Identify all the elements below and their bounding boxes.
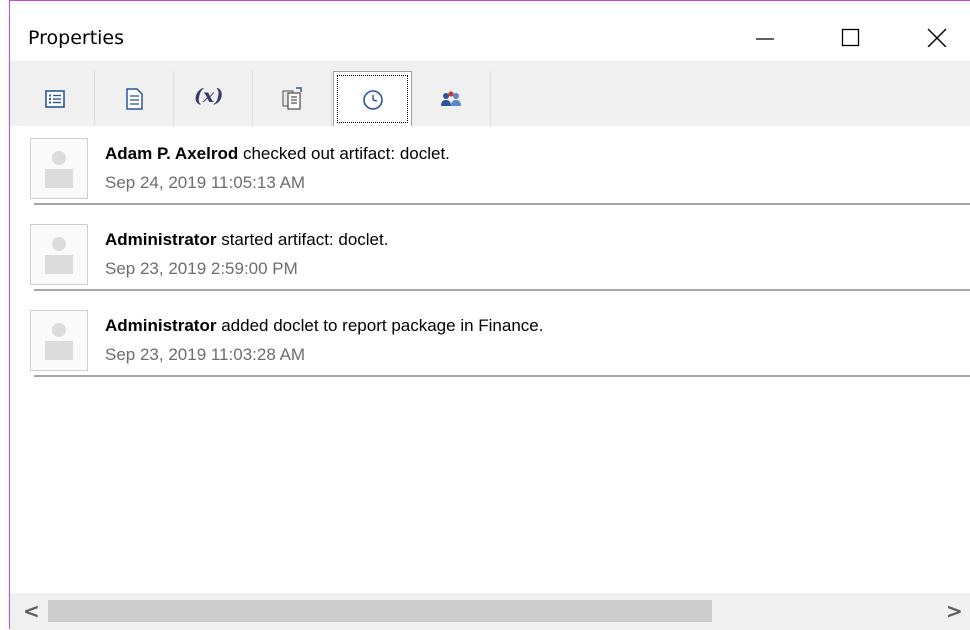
horizontal-scrollbar[interactable]: < > — [10, 593, 970, 630]
avatar — [30, 138, 88, 199]
chevron-left-icon: < — [23, 599, 40, 623]
tab-list-view[interactable] — [16, 71, 95, 126]
avatar — [30, 310, 88, 371]
report-icon — [282, 87, 302, 110]
tab-history[interactable] — [333, 71, 412, 126]
window-title: Properties — [28, 27, 125, 49]
minimize-icon — [756, 38, 774, 40]
variables-icon: (x) — [194, 85, 224, 107]
tab-report-package[interactable] — [253, 71, 332, 126]
tab-variables[interactable]: (x) — [174, 71, 253, 126]
chevron-right-icon: > — [946, 599, 963, 623]
activity-user: Administrator — [105, 316, 217, 335]
document-icon — [126, 88, 143, 110]
divider — [34, 375, 970, 377]
maximize-button[interactable] — [822, 15, 880, 59]
scrollbar-thumb[interactable] — [48, 600, 712, 622]
activity-action: added doclet to report package in Financ… — [221, 316, 544, 335]
toolbar: (x) — [10, 61, 970, 127]
maximize-icon — [841, 28, 860, 47]
activity-timestamp: Sep 23, 2019 2:59:00 PM — [105, 259, 298, 278]
divider — [34, 203, 970, 205]
tab-document[interactable] — [95, 71, 174, 126]
clock-icon — [363, 90, 383, 110]
activity-list: Adam P. Axelrod checked out artifact: do… — [10, 126, 970, 593]
scroll-right-button[interactable]: > — [932, 593, 970, 630]
avatar — [30, 224, 88, 285]
activity-action: started artifact: doclet. — [221, 230, 389, 249]
list-item: Adam P. Axelrod checked out artifact: do… — [25, 126, 970, 205]
list-item: Administrator added doclet to report pac… — [25, 298, 970, 377]
users-icon — [441, 91, 461, 106]
activity-user: Administrator — [105, 230, 217, 249]
list-item: Administrator started artifact: doclet. … — [25, 212, 970, 291]
tab-users[interactable] — [412, 71, 491, 126]
close-icon — [927, 28, 947, 47]
divider — [34, 289, 970, 291]
minimize-button[interactable] — [736, 15, 794, 59]
title-bar[interactable]: Properties — [10, 1, 970, 61]
activity-timestamp: Sep 23, 2019 11:03:28 AM — [105, 345, 306, 364]
scroll-left-button[interactable]: < — [10, 593, 48, 630]
activity-user: Adam P. Axelrod — [105, 144, 239, 163]
close-button[interactable] — [908, 15, 966, 59]
activity-timestamp: Sep 24, 2019 11:05:13 AM — [105, 173, 306, 192]
properties-window: Properties (x) Adam P. Axelrod checked o… — [9, 0, 970, 630]
activity-action: checked out artifact: doclet. — [242, 144, 450, 163]
list-icon — [45, 90, 65, 108]
